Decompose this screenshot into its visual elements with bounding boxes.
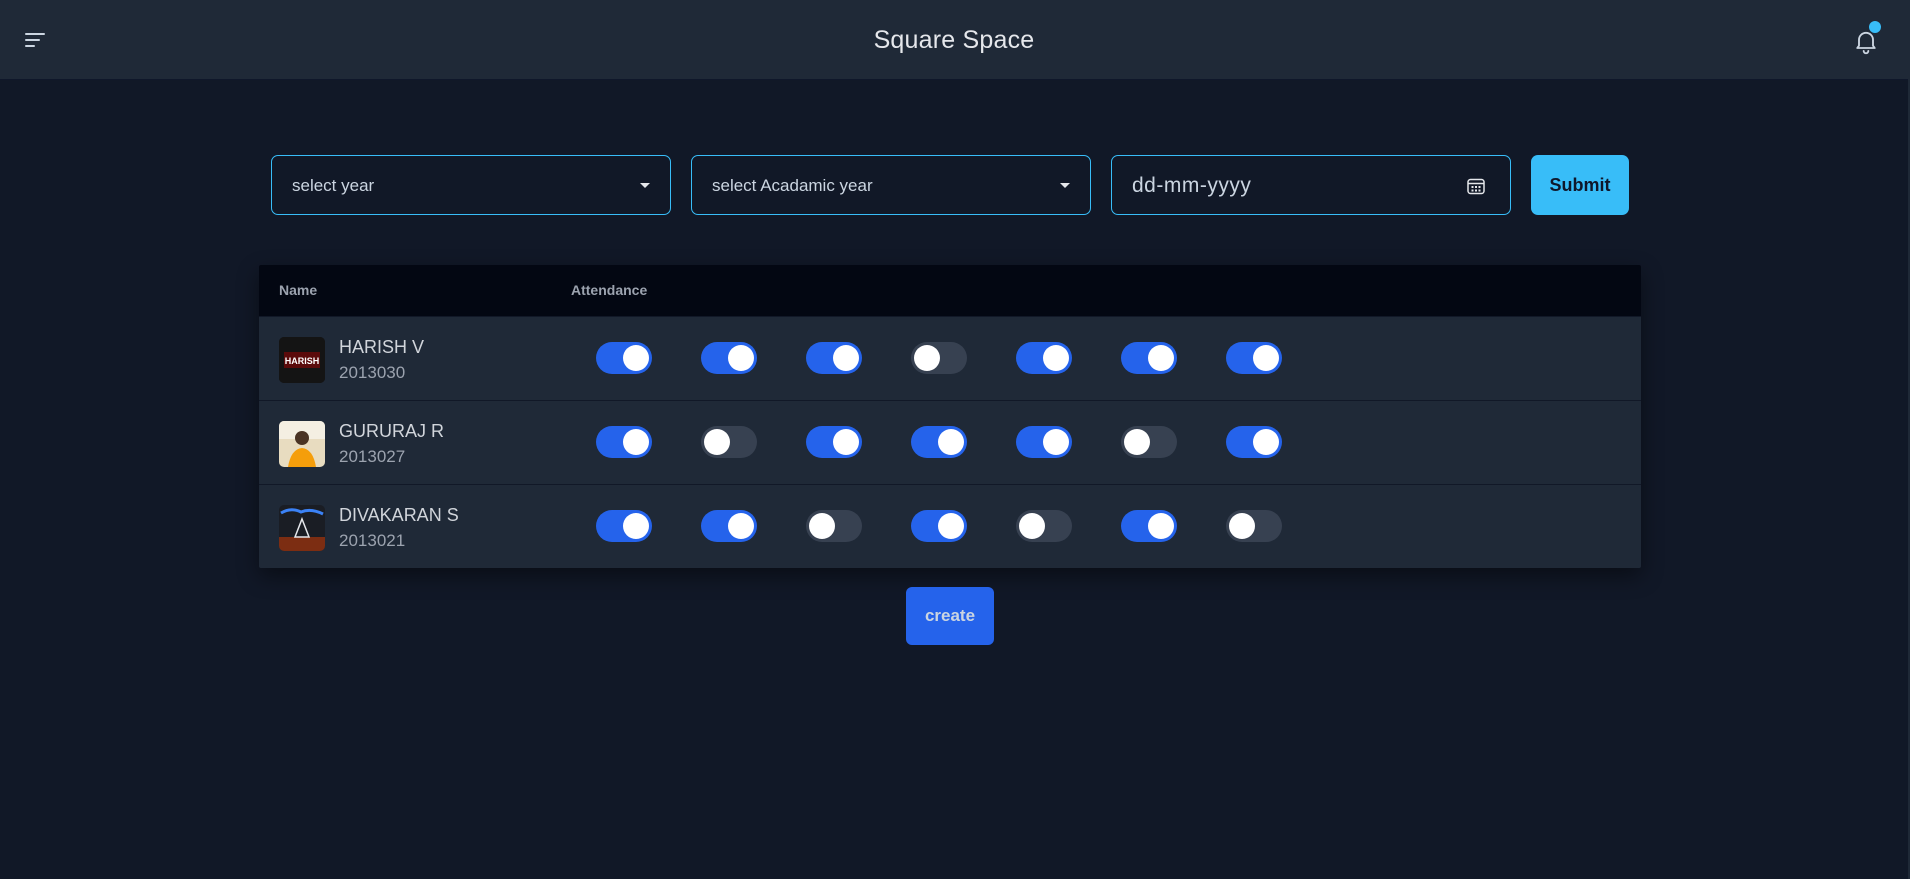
attendance-page: Square Space select year select Acadamic… — [0, 0, 1910, 879]
create-button[interactable]: create — [906, 587, 994, 645]
attendance-toggle[interactable] — [701, 510, 757, 542]
student-id: 2013021 — [339, 531, 406, 550]
calendar-icon[interactable] — [1466, 176, 1486, 196]
attendance-toggle[interactable] — [806, 426, 862, 458]
top-bar: Square Space — [0, 0, 1908, 80]
year-select-value: select year — [292, 176, 375, 195]
attendance-toggle[interactable] — [806, 342, 862, 374]
avatar — [279, 505, 325, 551]
attendance-toggle[interactable] — [1226, 510, 1282, 542]
attendance-toggle[interactable] — [596, 342, 652, 374]
attendance-toggle[interactable] — [596, 426, 652, 458]
attendance-toggle[interactable] — [596, 510, 652, 542]
attendance-toggle[interactable] — [1016, 342, 1072, 374]
notification-badge — [1869, 21, 1881, 33]
attendance-toggle[interactable] — [806, 510, 862, 542]
student-name: DIVAKARAN S — [339, 505, 459, 525]
attendance-toggle[interactable] — [1226, 426, 1282, 458]
avatar — [279, 421, 325, 467]
academic-year-select[interactable]: select Acadamic year — [691, 155, 1091, 215]
chevron-down-icon — [1060, 183, 1070, 188]
academic-year-select-value: select Acadamic year — [712, 176, 873, 195]
column-header-name: Name — [279, 282, 318, 298]
attendance-toggle[interactable] — [1016, 510, 1072, 542]
column-header-attendance: Attendance — [571, 282, 648, 298]
attendance-toggle[interactable] — [911, 342, 967, 374]
attendance-toggle[interactable] — [1121, 342, 1177, 374]
attendance-toggle[interactable] — [1121, 510, 1177, 542]
student-id: 2013030 — [339, 363, 406, 382]
student-id: 2013027 — [339, 447, 406, 466]
student-name: HARISH V — [339, 337, 425, 357]
student-name: GURURAJ R — [339, 421, 445, 441]
table-header: Name Attendance — [259, 265, 1641, 316]
date-input[interactable]: dd-mm-yyyy — [1111, 155, 1511, 215]
year-select[interactable]: select year — [271, 155, 671, 215]
attendance-toggle[interactable] — [911, 426, 967, 458]
attendance-toggle[interactable] — [1016, 426, 1072, 458]
submit-button[interactable]: Submit — [1531, 155, 1629, 215]
attendance-toggle[interactable] — [1121, 426, 1177, 458]
table-row: DIVAKARAN S 2013021 — [259, 484, 1641, 568]
attendance-toggle[interactable] — [701, 426, 757, 458]
chevron-down-icon — [640, 183, 650, 188]
app-title: Square Space — [873, 26, 1035, 54]
date-input-placeholder: dd-mm-yyyy — [1132, 174, 1252, 197]
avatar-text: HARISH — [285, 356, 320, 366]
table-row: HARISH HARISH V 2013030 — [259, 316, 1641, 400]
attendance-toggle[interactable] — [911, 510, 967, 542]
avatar: HARISH — [279, 337, 325, 383]
table-row: GURURAJ R 2013027 — [259, 400, 1641, 484]
attendance-toggle[interactable] — [1226, 342, 1282, 374]
attendance-toggle[interactable] — [701, 342, 757, 374]
attendance-table: Name Attendance HARISH HARISH V 2013030 — [259, 265, 1641, 568]
